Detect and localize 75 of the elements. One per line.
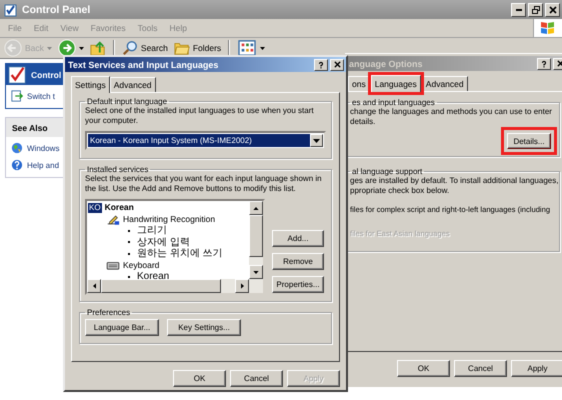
close-button[interactable] <box>330 58 344 70</box>
tree-item[interactable]: 원하는 위치에 쓰기 <box>137 248 223 260</box>
tree-item[interactable]: 그리기 <box>137 225 167 236</box>
tree-item[interactable]: Keyboard <box>123 260 160 271</box>
help-icon <box>11 159 23 171</box>
service-button[interactable]: Properties... <box>272 276 324 293</box>
close-button[interactable] <box>545 2 560 16</box>
preference-button[interactable]: Language Bar... <box>85 319 159 336</box>
description-text: change the languages and methods you can use to enter <box>350 107 553 117</box>
tab[interactable]: Advanced <box>110 77 156 92</box>
dialog-title: anguage Options <box>349 58 424 68</box>
switch-icon <box>11 90 23 102</box>
close-icon <box>548 6 556 14</box>
dialog-button[interactable]: Apply <box>511 360 562 377</box>
tree-item[interactable]: 상자에 입력 <box>137 236 190 248</box>
service-button[interactable]: Remove <box>272 253 324 270</box>
language-badge[interactable]: KO <box>88 202 102 213</box>
group-label: es and input languages <box>351 98 436 107</box>
restore-icon <box>532 6 540 14</box>
checkmark-icon <box>4 2 18 16</box>
tab[interactable]: Settings <box>71 76 110 93</box>
caret-icon <box>260 46 266 50</box>
group-label: al language support <box>351 167 424 176</box>
up-button[interactable] <box>88 39 107 57</box>
tab[interactable]: ons <box>348 76 370 91</box>
question-mark-icon <box>318 60 324 68</box>
service-button[interactable]: Add... <box>272 230 324 247</box>
close-icon <box>556 60 562 67</box>
caret-icon <box>78 46 84 50</box>
task-link[interactable]: Switch t <box>27 92 56 100</box>
folder-icon <box>174 40 190 56</box>
tree-item[interactable]: Korean <box>137 271 170 279</box>
horizontal-scrollbar[interactable] <box>87 279 263 293</box>
close-icon <box>334 61 340 68</box>
group-label: Preferences <box>86 308 132 317</box>
language-dropdown[interactable]: Korean - Korean Input System (MS-IME2002) <box>85 131 326 150</box>
dialog-button[interactable]: OK <box>397 360 450 377</box>
tree-item[interactable]: Korean <box>104 202 134 214</box>
group-label: Installed services <box>86 165 150 174</box>
restore-button[interactable] <box>528 2 543 16</box>
question-mark-icon <box>541 60 547 68</box>
pane-title: See Also <box>12 122 48 132</box>
vertical-scrollbar[interactable] <box>249 201 263 279</box>
preference-button[interactable]: Key Settings... <box>167 319 241 336</box>
down-arrow-icon <box>253 270 259 274</box>
dialog-button[interactable]: Cancel <box>230 370 283 387</box>
task-link[interactable]: Windows <box>27 144 60 152</box>
minimize-button[interactable] <box>511 2 526 16</box>
caret-icon <box>46 46 52 50</box>
dialog-button[interactable]: Cancel <box>454 360 507 377</box>
folder-up-icon <box>90 40 106 56</box>
keyboard-icon <box>106 260 120 270</box>
pane-title: Control <box>31 70 62 80</box>
search-icon <box>122 40 138 56</box>
window-title: Control Panel <box>22 4 92 16</box>
pen-icon <box>106 214 120 225</box>
globe-icon <box>11 142 23 154</box>
dialog-title: Text Services and Input Languages <box>68 60 220 70</box>
left-arrow-icon <box>92 283 96 289</box>
dialog-button[interactable]: OK <box>173 370 226 387</box>
description-text: Select the services that you want for each input language shown in the list. Use the Add and Remove buttons to modify this list. <box>85 174 323 194</box>
views-icon <box>237 40 258 56</box>
tab[interactable]: Languages <box>370 75 421 92</box>
description-text: details. <box>350 117 376 127</box>
minimize-icon <box>516 8 522 10</box>
up-arrow-icon <box>253 206 259 210</box>
description-text: ppropriate check box below. <box>350 186 450 196</box>
search-button[interactable]: Search <box>120 39 169 57</box>
help-button[interactable] <box>314 58 328 70</box>
group-label: Default input language <box>86 97 168 106</box>
description-text: Select one of the installed input languages to use when you start your computer. <box>85 106 315 126</box>
task-link[interactable]: Help and <box>27 160 60 170</box>
right-arrow-icon <box>240 283 244 289</box>
tree-item[interactable]: Handwriting Recognition <box>123 214 216 225</box>
tab[interactable]: Advanced <box>422 76 468 91</box>
